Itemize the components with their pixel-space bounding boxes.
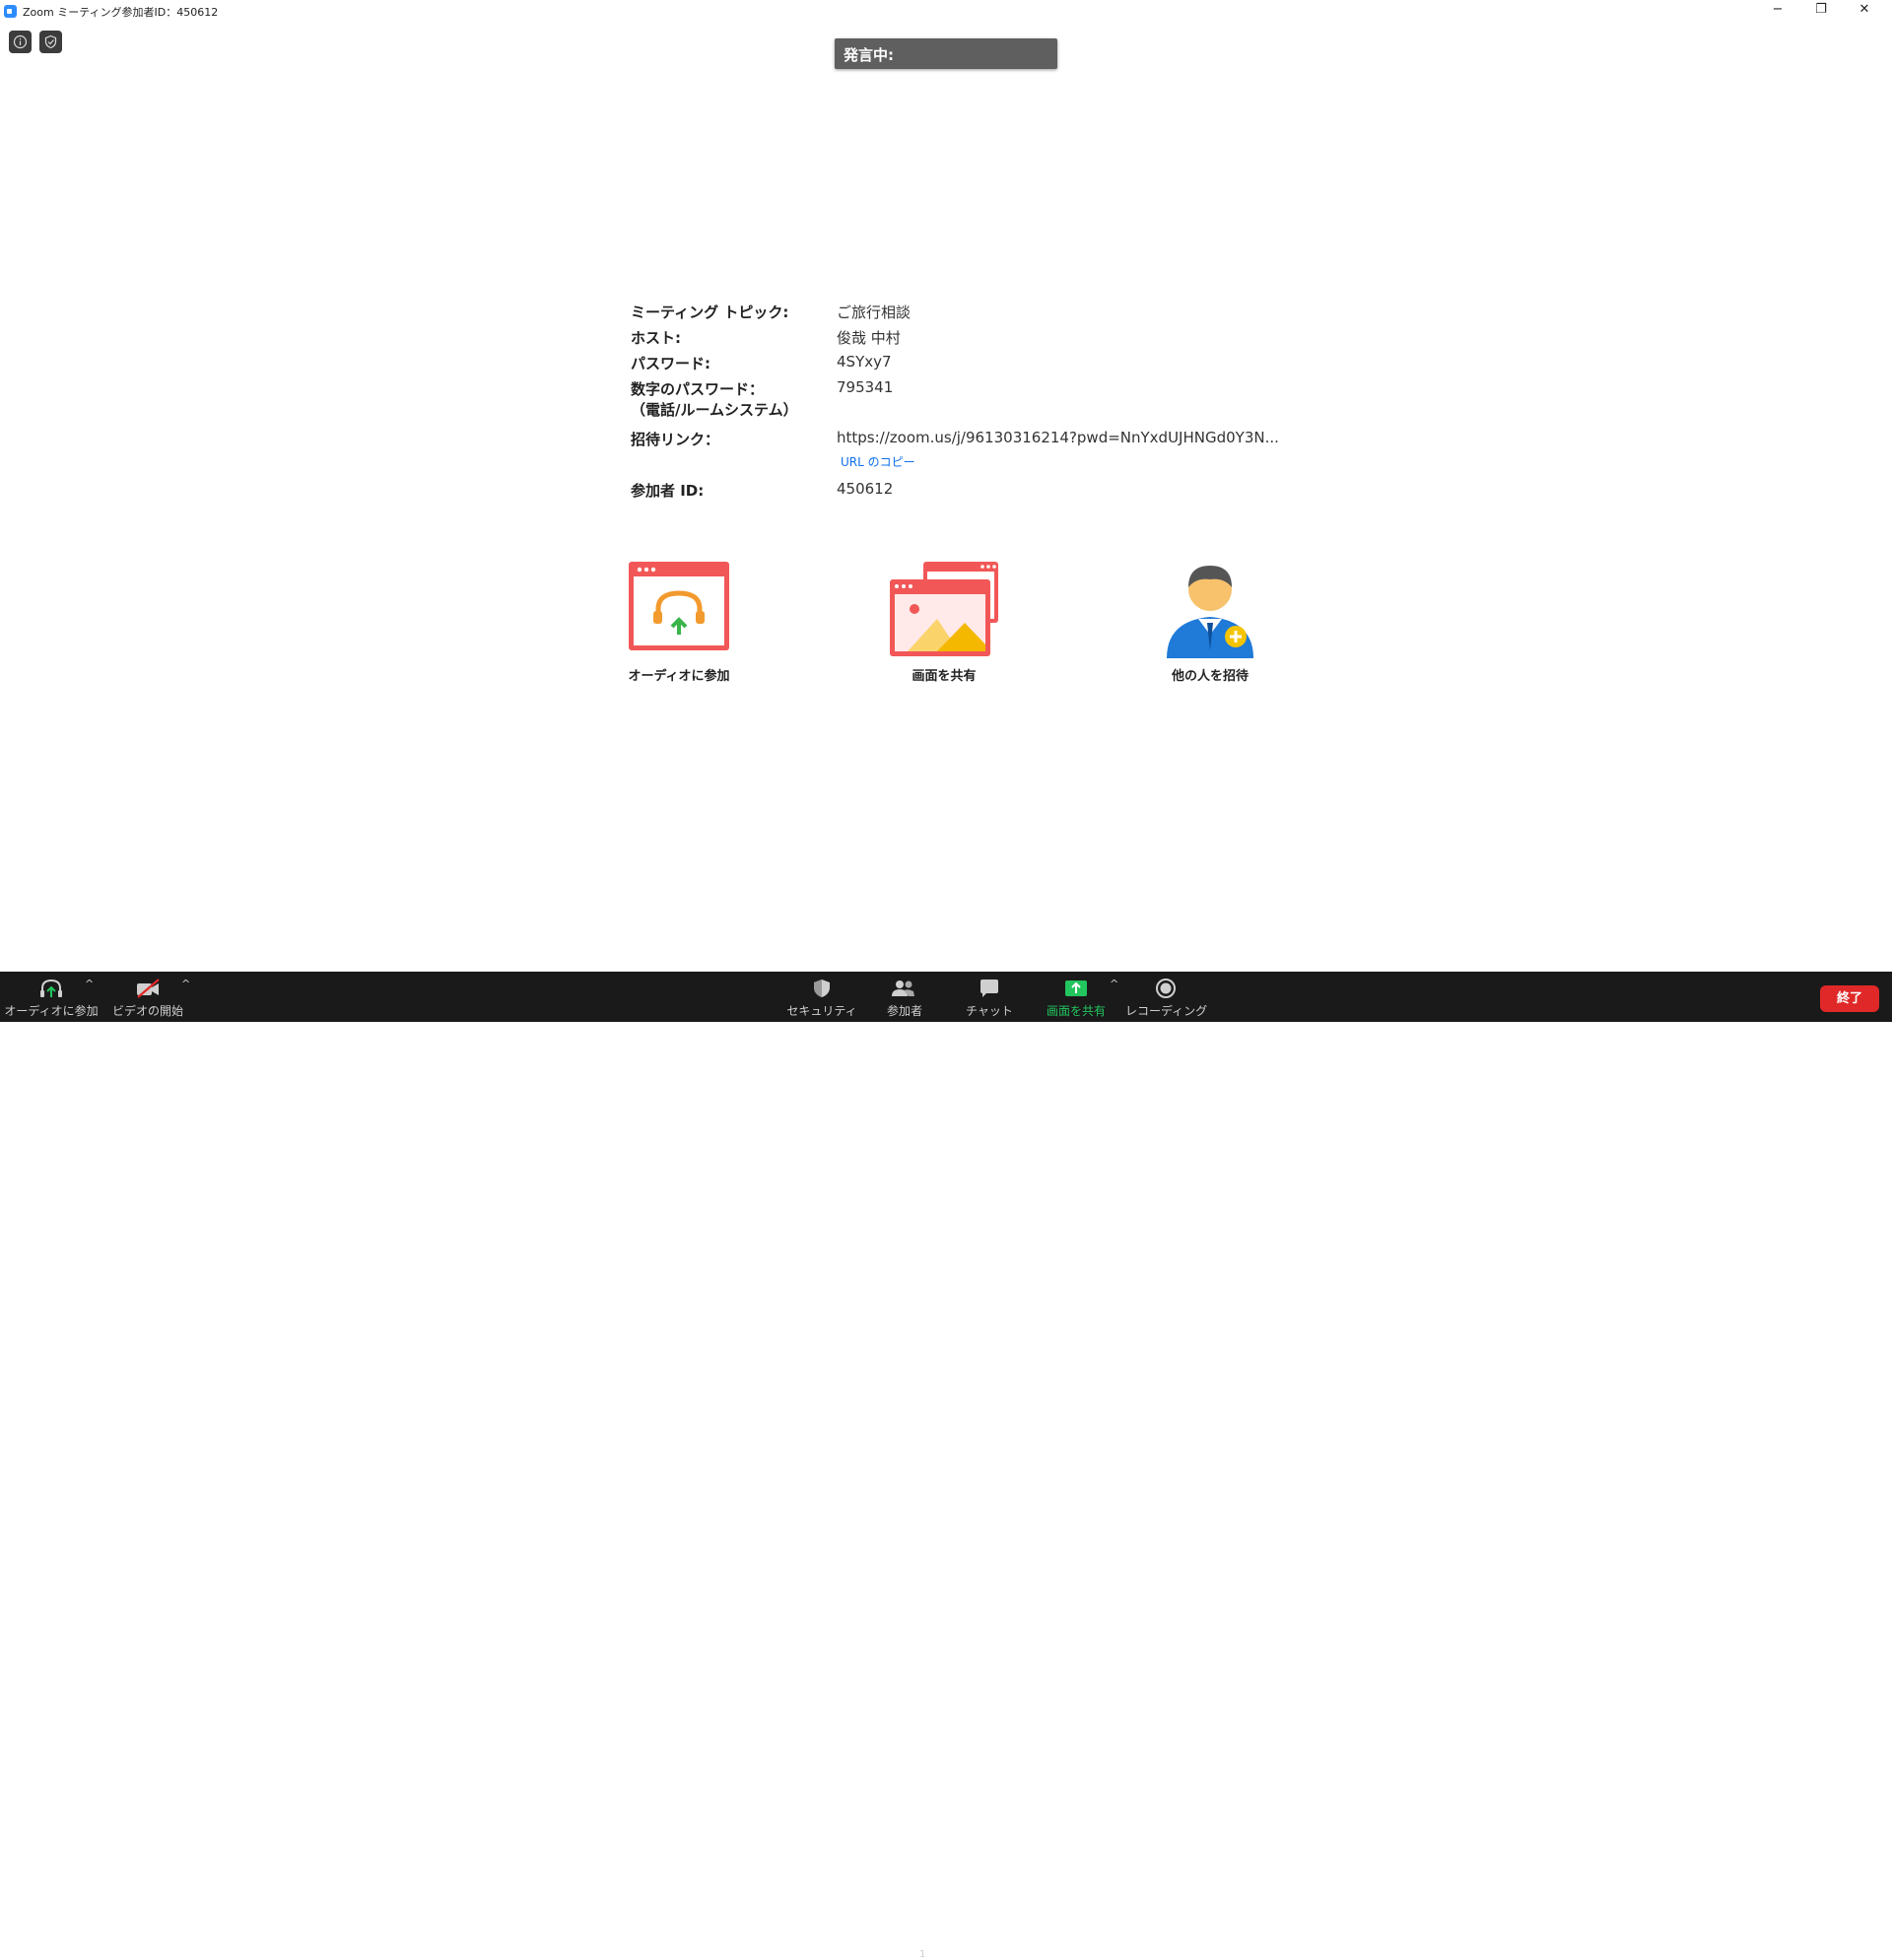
participants-count: 1 bbox=[919, 1949, 926, 1960]
invite-link-value: https://zoom.us/j/96130316214?pwd=NnYxdU… bbox=[837, 429, 1279, 446]
close-button[interactable]: ✕ bbox=[1843, 0, 1886, 22]
title-bar: Zoom ミーティング参加者ID：450612 − ❐ ✕ bbox=[0, 0, 1892, 24]
security-shield-icon bbox=[814, 980, 830, 997]
share-screen-arrow-icon bbox=[1065, 980, 1087, 996]
topic-value: ご旅行相談 bbox=[837, 304, 912, 321]
share-screen-icon bbox=[890, 562, 998, 656]
participant-id-label: 参加者 ID: bbox=[631, 482, 705, 500]
zoom-app-icon bbox=[4, 5, 17, 18]
record-button[interactable]: レコーディング bbox=[1125, 972, 1208, 1022]
window-title: Zoom ミーティング参加者ID：450612 bbox=[23, 6, 219, 19]
participants-icon bbox=[892, 980, 914, 996]
join-audio-action[interactable]: オーディオに参加 bbox=[600, 560, 758, 688]
encryption-button[interactable] bbox=[39, 31, 62, 53]
headphone-icon bbox=[40, 979, 62, 997]
share-screen-button[interactable]: 画面を共有 bbox=[1039, 972, 1114, 1022]
participants-button[interactable]: 参加者 bbox=[867, 972, 942, 1022]
invite-person-icon bbox=[1167, 566, 1253, 658]
host-label: ホスト: bbox=[631, 329, 681, 347]
topic-label: ミーティング トピック: bbox=[631, 304, 789, 321]
invite-link-label: 招待リンク： bbox=[631, 431, 720, 448]
numeric-password-label: 数字のパスワード： bbox=[631, 380, 765, 398]
invite-label: 他の人を招待 bbox=[1171, 669, 1249, 684]
invite-action[interactable]: 他の人を招待 bbox=[1131, 560, 1289, 688]
chat-button[interactable]: チャット bbox=[952, 972, 1027, 1022]
join-audio-toolbar-label: オーディオに参加 bbox=[4, 1004, 99, 1018]
chat-bubble-icon bbox=[980, 980, 998, 997]
password-value: 4SYxy7 bbox=[837, 353, 892, 371]
share-screen-action[interactable]: 画面を共有 bbox=[865, 560, 1023, 688]
copy-url-link[interactable]: URL のコピー bbox=[841, 453, 915, 470]
start-video-button[interactable]: ビデオの開始 bbox=[108, 972, 187, 1022]
audio-options-caret[interactable]: ^ bbox=[85, 978, 94, 990]
video-off-icon bbox=[137, 979, 160, 998]
end-meeting-button[interactable]: 終了 bbox=[1820, 985, 1879, 1012]
video-options-caret[interactable]: ^ bbox=[181, 978, 190, 990]
host-value: 俊哉 中村 bbox=[837, 329, 901, 347]
restore-button[interactable]: ❐ bbox=[1799, 0, 1843, 22]
numeric-password-sublabel: （電話/ルームシステム） bbox=[631, 401, 798, 419]
info-icon bbox=[13, 34, 28, 49]
password-label: パスワード: bbox=[631, 355, 710, 372]
minimize-button[interactable]: − bbox=[1756, 0, 1799, 22]
chat-label: チャット bbox=[966, 1004, 1013, 1018]
share-screen-label: 画面を共有 bbox=[912, 669, 977, 684]
participant-id-value: 450612 bbox=[837, 480, 894, 498]
meeting-info-button[interactable] bbox=[9, 31, 32, 53]
share-screen-toolbar-label: 画面を共有 bbox=[1046, 1004, 1106, 1018]
participants-label: 参加者 bbox=[886, 1004, 922, 1018]
join-audio-icon bbox=[629, 562, 729, 650]
start-video-label: ビデオの開始 bbox=[111, 1004, 183, 1018]
numeric-password-value: 795341 bbox=[837, 378, 894, 396]
join-audio-label: オーディオに参加 bbox=[628, 669, 730, 684]
security-label: セキュリティ bbox=[786, 1004, 857, 1018]
meeting-toolbar: オーディオに参加 ^ ビデオの開始 ^ セキュリティ 参加者 1 チャット 画面… bbox=[0, 972, 1892, 1960]
record-label: レコーディング bbox=[1125, 1004, 1208, 1018]
security-button[interactable]: セキュリティ bbox=[784, 972, 859, 1022]
record-icon bbox=[1156, 979, 1176, 998]
shield-icon bbox=[44, 34, 57, 49]
share-options-caret[interactable]: ^ bbox=[1110, 978, 1118, 990]
active-speaker-banner: 発言中: bbox=[835, 38, 1057, 69]
